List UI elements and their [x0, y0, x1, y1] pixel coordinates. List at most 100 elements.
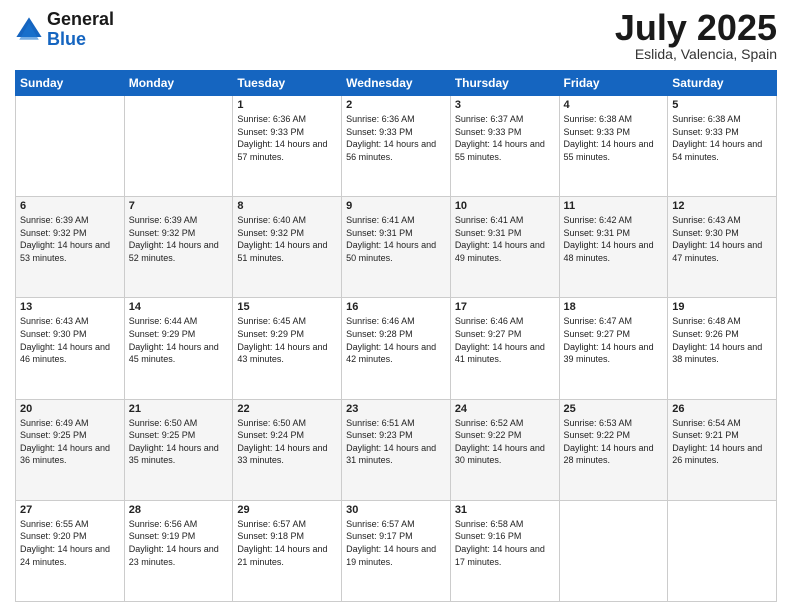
calendar-cell: 26 Sunrise: 6:54 AMSunset: 9:21 PMDayligh…: [668, 399, 777, 500]
day-info: Sunrise: 6:36 AMSunset: 9:33 PMDaylight:…: [237, 113, 337, 163]
calendar-cell: 6Sunrise: 6:39 AMSunset: 9:32 PMDaylight…: [16, 197, 125, 298]
logo-blue: Blue: [47, 29, 86, 49]
calendar-week-1: 1 Sunrise: 6:36 AMSunset: 9:33 PMDaylight…: [16, 96, 777, 197]
subtitle: Eslida, Valencia, Spain: [615, 46, 777, 62]
day-number: 7: [129, 200, 229, 212]
calendar-cell: 21Sunrise: 6:50 AMSunset: 9:25 PMDayligh…: [124, 399, 233, 500]
day-info: Sunrise: 6:57 AMSunset: 9:18 PMDaylight:…: [237, 518, 337, 568]
day-number: 8: [237, 200, 337, 212]
day-info: Sunrise: 6:42 AMSunset: 9:31 PMDaylight:…: [564, 214, 664, 264]
day-info: Sunrise: 6:53 AMSunset: 9:22 PMDaylight:…: [564, 417, 664, 467]
day-number: 31: [455, 504, 555, 516]
calendar-cell: 23Sunrise: 6:51 AMSunset: 9:23 PMDayligh…: [342, 399, 451, 500]
day-number: 29: [237, 504, 337, 516]
calendar-cell: 22 Sunrise: 6:50 AMSunset: 9:24 PMDayligh…: [233, 399, 342, 500]
col-friday: Friday: [559, 71, 668, 96]
day-number: 11: [564, 200, 664, 212]
calendar-cell: 31 Sunrise: 6:58 AMSunset: 9:16 PMDayligh…: [450, 500, 559, 601]
day-info: Sunrise: 6:57 AMSunset: 9:17 PMDaylight:…: [346, 518, 446, 568]
day-number: 30: [346, 504, 446, 516]
calendar-cell: 20Sunrise: 6:49 AMSunset: 9:25 PMDayligh…: [16, 399, 125, 500]
day-number: 12: [672, 200, 772, 212]
day-info: Sunrise: 6:46 AMSunset: 9:28 PMDaylight:…: [346, 315, 446, 365]
calendar-cell: 13 Sunrise: 6:43 AMSunset: 9:30 PMDayligh…: [16, 298, 125, 399]
title-block: July 2025 Eslida, Valencia, Spain: [615, 10, 777, 62]
calendar-cell: 19 Sunrise: 6:48 AMSunset: 9:26 PMDayligh…: [668, 298, 777, 399]
day-number: 19: [672, 301, 772, 313]
calendar-cell: 7 Sunrise: 6:39 AMSunset: 9:32 PMDaylight…: [124, 197, 233, 298]
day-info: Sunrise: 6:54 AMSunset: 9:21 PMDaylight:…: [672, 417, 772, 467]
calendar-cell: 12 Sunrise: 6:43 AMSunset: 9:30 PMDayligh…: [668, 197, 777, 298]
logo-icon: [15, 16, 43, 44]
calendar-cell: [124, 96, 233, 197]
calendar-cell: 27 Sunrise: 6:55 AMSunset: 9:20 PMDayligh…: [16, 500, 125, 601]
day-info: Sunrise: 6:49 AMSunset: 9:25 PMDaylight:…: [20, 417, 120, 467]
day-info: Sunrise: 6:39 AMSunset: 9:32 PMDaylight:…: [129, 214, 229, 264]
day-number: 14: [129, 301, 229, 313]
calendar-cell: 30 Sunrise: 6:57 AMSunset: 9:17 PMDayligh…: [342, 500, 451, 601]
day-info: Sunrise: 6:52 AMSunset: 9:22 PMDaylight:…: [455, 417, 555, 467]
day-number: 22: [237, 403, 337, 415]
calendar-week-4: 20Sunrise: 6:49 AMSunset: 9:25 PMDayligh…: [16, 399, 777, 500]
calendar-header-row: Sunday Monday Tuesday Wednesday Thursday…: [16, 71, 777, 96]
day-number: 27: [20, 504, 120, 516]
day-info: Sunrise: 6:41 AMSunset: 9:31 PMDaylight:…: [455, 214, 555, 264]
calendar-cell: 16 Sunrise: 6:46 AMSunset: 9:28 PMDayligh…: [342, 298, 451, 399]
day-number: 16: [346, 301, 446, 313]
day-info: Sunrise: 6:40 AMSunset: 9:32 PMDaylight:…: [237, 214, 337, 264]
day-number: 18: [564, 301, 664, 313]
day-info: Sunrise: 6:56 AMSunset: 9:19 PMDaylight:…: [129, 518, 229, 568]
calendar-week-2: 6Sunrise: 6:39 AMSunset: 9:32 PMDaylight…: [16, 197, 777, 298]
day-number: 5: [672, 99, 772, 111]
day-number: 3: [455, 99, 555, 111]
calendar-week-5: 27 Sunrise: 6:55 AMSunset: 9:20 PMDayligh…: [16, 500, 777, 601]
calendar-cell: 25 Sunrise: 6:53 AMSunset: 9:22 PMDayligh…: [559, 399, 668, 500]
day-info: Sunrise: 6:50 AMSunset: 9:24 PMDaylight:…: [237, 417, 337, 467]
calendar-cell: 10 Sunrise: 6:41 AMSunset: 9:31 PMDayligh…: [450, 197, 559, 298]
day-info: Sunrise: 6:47 AMSunset: 9:27 PMDaylight:…: [564, 315, 664, 365]
calendar-week-3: 13 Sunrise: 6:43 AMSunset: 9:30 PMDayligh…: [16, 298, 777, 399]
day-number: 26: [672, 403, 772, 415]
day-info: Sunrise: 6:36 AMSunset: 9:33 PMDaylight:…: [346, 113, 446, 163]
col-sunday: Sunday: [16, 71, 125, 96]
day-info: Sunrise: 6:55 AMSunset: 9:20 PMDaylight:…: [20, 518, 120, 568]
day-number: 2: [346, 99, 446, 111]
logo-general: General: [47, 9, 114, 29]
col-monday: Monday: [124, 71, 233, 96]
calendar-cell: [559, 500, 668, 601]
day-info: Sunrise: 6:48 AMSunset: 9:26 PMDaylight:…: [672, 315, 772, 365]
day-info: Sunrise: 6:45 AMSunset: 9:29 PMDaylight:…: [237, 315, 337, 365]
day-info: Sunrise: 6:58 AMSunset: 9:16 PMDaylight:…: [455, 518, 555, 568]
logo-text: General Blue: [47, 10, 114, 50]
page: General Blue July 2025 Eslida, Valencia,…: [0, 0, 792, 612]
day-number: 10: [455, 200, 555, 212]
calendar-cell: 18 Sunrise: 6:47 AMSunset: 9:27 PMDayligh…: [559, 298, 668, 399]
day-info: Sunrise: 6:43 AMSunset: 9:30 PMDaylight:…: [672, 214, 772, 264]
day-number: 9: [346, 200, 446, 212]
day-number: 24: [455, 403, 555, 415]
calendar-cell: 8 Sunrise: 6:40 AMSunset: 9:32 PMDaylight…: [233, 197, 342, 298]
day-number: 1: [237, 99, 337, 111]
logo: General Blue: [15, 10, 114, 50]
day-number: 13: [20, 301, 120, 313]
col-saturday: Saturday: [668, 71, 777, 96]
calendar-cell: 29 Sunrise: 6:57 AMSunset: 9:18 PMDayligh…: [233, 500, 342, 601]
calendar-cell: 11 Sunrise: 6:42 AMSunset: 9:31 PMDayligh…: [559, 197, 668, 298]
calendar-cell: 28 Sunrise: 6:56 AMSunset: 9:19 PMDayligh…: [124, 500, 233, 601]
calendar-cell: [16, 96, 125, 197]
day-number: 15: [237, 301, 337, 313]
calendar-cell: 24 Sunrise: 6:52 AMSunset: 9:22 PMDayligh…: [450, 399, 559, 500]
calendar: Sunday Monday Tuesday Wednesday Thursday…: [15, 70, 777, 602]
day-info: Sunrise: 6:39 AMSunset: 9:32 PMDaylight:…: [20, 214, 120, 264]
day-number: 23: [346, 403, 446, 415]
day-info: Sunrise: 6:43 AMSunset: 9:30 PMDaylight:…: [20, 315, 120, 365]
col-tuesday: Tuesday: [233, 71, 342, 96]
day-number: 4: [564, 99, 664, 111]
day-info: Sunrise: 6:46 AMSunset: 9:27 PMDaylight:…: [455, 315, 555, 365]
main-title: July 2025: [615, 10, 777, 46]
day-number: 28: [129, 504, 229, 516]
day-number: 21: [129, 403, 229, 415]
calendar-cell: 3Sunrise: 6:37 AMSunset: 9:33 PMDaylight…: [450, 96, 559, 197]
day-number: 25: [564, 403, 664, 415]
calendar-cell: 17Sunrise: 6:46 AMSunset: 9:27 PMDayligh…: [450, 298, 559, 399]
